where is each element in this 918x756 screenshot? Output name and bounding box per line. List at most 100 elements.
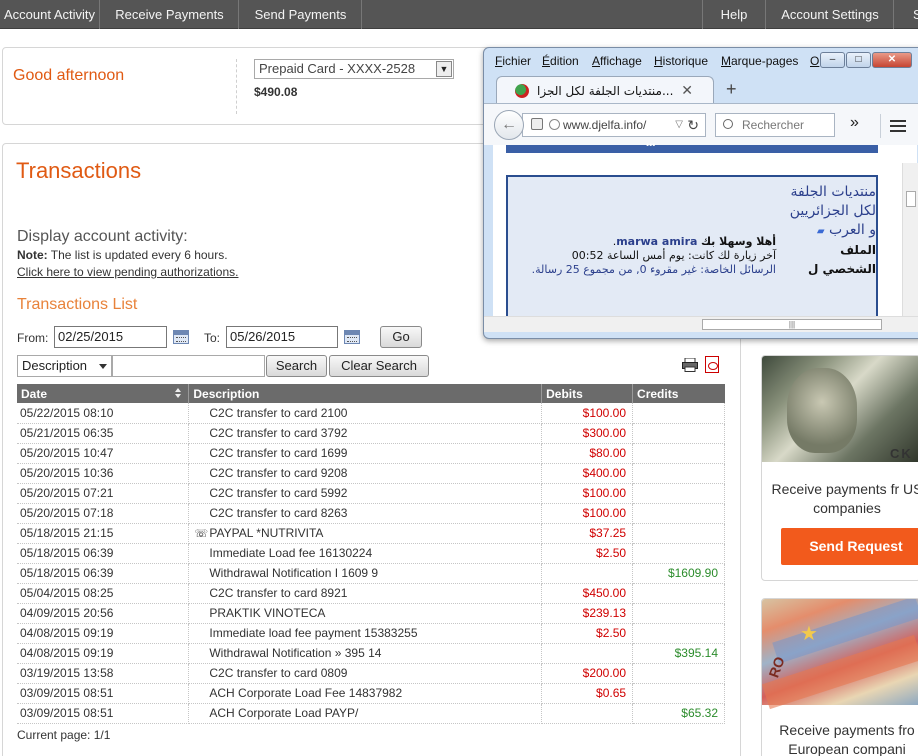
menu-fichier[interactable]: Fichier	[495, 54, 531, 68]
cell-date: 05/22/2015 08:10	[17, 403, 190, 424]
welcome-box: أهلا وسهلا بك marwa amira. آخر زيارة لك …	[531, 235, 776, 276]
column-header-date[interactable]: Date	[17, 384, 190, 403]
menu-marque-pages[interactable]: Marque-pages	[721, 54, 798, 68]
menu-edition[interactable]: Édition	[542, 54, 579, 68]
cell-debit: $400.00	[541, 463, 634, 484]
cell-credit	[632, 483, 725, 504]
nav-account-activity[interactable]: Account Activity	[0, 0, 100, 29]
cell-debit: $2.50	[541, 623, 634, 644]
filter-select[interactable]: Description	[17, 355, 112, 377]
hamburger-menu-icon[interactable]	[880, 114, 910, 138]
profile-link[interactable]: الملف الشخصي ل	[808, 243, 876, 276]
cell-description: C2C transfer to card 5992	[188, 483, 543, 504]
table-row: 05/20/2015 07:21 C2C transfer to card 599…	[17, 483, 725, 504]
card-balance: $490.08	[254, 85, 298, 99]
cell-description: Immediate load fee payment 15383255	[188, 623, 543, 644]
to-label: To:	[204, 331, 221, 345]
cell-description: Withdrawal Notification » 395 14	[188, 643, 543, 664]
dropdown-icon[interactable]: ▽	[675, 114, 683, 136]
promo-card-eu: ★ RO Receive payments fro European compan…	[761, 598, 918, 756]
cell-date: 04/08/2015 09:19	[17, 643, 190, 664]
calendar-icon[interactable]	[173, 330, 189, 344]
table-header-row: Date Description Debits Credits	[17, 384, 725, 403]
user-name[interactable]: marwa amira	[616, 235, 697, 248]
nav-send-payments[interactable]: Send Payments	[240, 0, 362, 29]
close-tab-icon[interactable]: ✕	[681, 82, 693, 99]
calendar-icon[interactable]	[344, 330, 360, 344]
browser-search-input[interactable]: Rechercher	[715, 113, 835, 137]
minimize-button[interactable]: –	[820, 52, 845, 68]
web-content: منتديات الجلفة لكل الجزائريين و العرب ▰ …	[493, 168, 917, 325]
table-row: 05/20/2015 07:18 C2C transfer to card 826…	[17, 503, 725, 524]
column-header-credits[interactable]: Credits	[632, 384, 725, 403]
top-nav: Account Activity Receive Payments Send P…	[0, 0, 918, 29]
menu-affichage[interactable]: Affichage	[592, 54, 642, 68]
vertical-scrollbar[interactable]	[902, 163, 918, 316]
pending-authorizations-link[interactable]: Click here to view pending authorization…	[17, 265, 238, 279]
table-row: 05/20/2015 10:47 C2C transfer to card 169…	[17, 443, 725, 464]
clear-search-button[interactable]: Clear Search	[329, 355, 429, 377]
display-activity-label: Display account activity:	[17, 228, 188, 245]
menu-historique[interactable]: Historique	[654, 54, 708, 68]
browser-tab[interactable]: منتديات الجلفة لكل الجزا... ✕	[496, 76, 714, 104]
from-date-input[interactable]: 02/25/2015	[54, 326, 167, 348]
update-note: Note: The list is updated every 6 hours.	[17, 248, 228, 262]
cell-credit	[632, 463, 725, 484]
to-date-input[interactable]: 05/26/2015	[226, 326, 338, 348]
cell-debit: $0.65	[541, 683, 634, 704]
send-request-button[interactable]: Send Request	[781, 528, 918, 565]
back-button-icon[interactable]: ←	[494, 110, 524, 140]
sort-icon[interactable]	[175, 388, 182, 399]
site-title[interactable]: منتديات الجلفة لكل الجزائريين و العرب ▰ …	[786, 183, 876, 279]
nav-account-settings[interactable]: Account Settings	[767, 0, 894, 29]
search-icon	[723, 119, 733, 129]
cell-description: ACH Corporate Load PAYP/	[188, 703, 543, 724]
chevron-down-icon[interactable]: ▼	[436, 61, 452, 77]
promo-card-us: CK Receive payments fr US companies Send…	[761, 355, 918, 581]
go-button[interactable]: Go	[380, 326, 422, 348]
cell-date: 05/18/2015 06:39	[17, 543, 190, 564]
card-select[interactable]: Prepaid Card - XXXX-2528 ▼	[254, 59, 454, 79]
nav-receive-payments[interactable]: Receive Payments	[101, 0, 239, 29]
greeting-card: Good afternoon Prepaid Card - XXXX-2528 …	[2, 47, 502, 125]
search-input[interactable]	[112, 355, 265, 377]
cell-debit: $450.00	[541, 583, 634, 604]
cell-credit	[632, 623, 725, 644]
new-tab-icon[interactable]: +	[726, 79, 737, 100]
print-icon[interactable]	[682, 358, 698, 372]
cell-description: C2C transfer to card 9208	[188, 463, 543, 484]
transactions-table: Date Description Debits Credits 05/22/20…	[17, 384, 725, 724]
page-info-icon[interactable]	[531, 118, 543, 130]
firefox-window: Fichier Édition Affichage Historique Mar…	[483, 47, 918, 339]
cell-date: 05/20/2015 07:18	[17, 503, 190, 524]
nav-help[interactable]: Help	[702, 0, 766, 29]
table-row: 05/21/2015 06:35 C2C transfer to card 379…	[17, 423, 725, 444]
column-header-debits[interactable]: Debits	[541, 384, 634, 403]
cell-debit: $239.13	[541, 603, 634, 624]
menu-outils[interactable]: O	[810, 54, 819, 68]
maximize-button[interactable]: □	[846, 52, 871, 68]
column-header-description[interactable]: Description	[188, 384, 543, 403]
page-header-strip: •••	[493, 140, 917, 168]
pdf-icon[interactable]	[705, 356, 719, 373]
cell-credit	[632, 543, 725, 564]
table-row: 05/18/2015 06:39 Immediate Load fee 16130…	[17, 543, 725, 564]
chevron-down-icon	[99, 364, 107, 369]
close-window-button[interactable]: ✕	[872, 52, 912, 68]
cell-date: 05/20/2015 10:36	[17, 463, 190, 484]
cell-debit: $80.00	[541, 443, 634, 464]
url-bar[interactable]: www.djelfa.info/ ▽ ↻	[522, 113, 706, 137]
cell-description: ACH Corporate Load Fee 14837982	[188, 683, 543, 704]
reload-icon[interactable]: ↻	[687, 114, 699, 136]
filter-select-value: Description	[22, 358, 88, 373]
greeting-text: Good afternoon	[13, 67, 125, 84]
tab-title: منتديات الجلفة لكل الجزا...	[537, 84, 674, 98]
cell-debit: $100.00	[541, 483, 634, 504]
last-visit: آخر زيارة لك كانت: يوم أمس الساعة 00:52	[571, 249, 776, 262]
horizontal-scrollbar[interactable]: |||	[484, 316, 918, 332]
cell-description: PAYPAL *NUTRIVITA ☏	[188, 523, 543, 544]
search-button[interactable]: Search	[266, 355, 327, 377]
nav-more[interactable]: S	[895, 0, 918, 29]
overflow-chevron-icon[interactable]: »	[850, 114, 859, 132]
private-messages-link[interactable]: الرسائل الخاصة: غير مقروء 0, من مجموع 25…	[532, 263, 776, 276]
